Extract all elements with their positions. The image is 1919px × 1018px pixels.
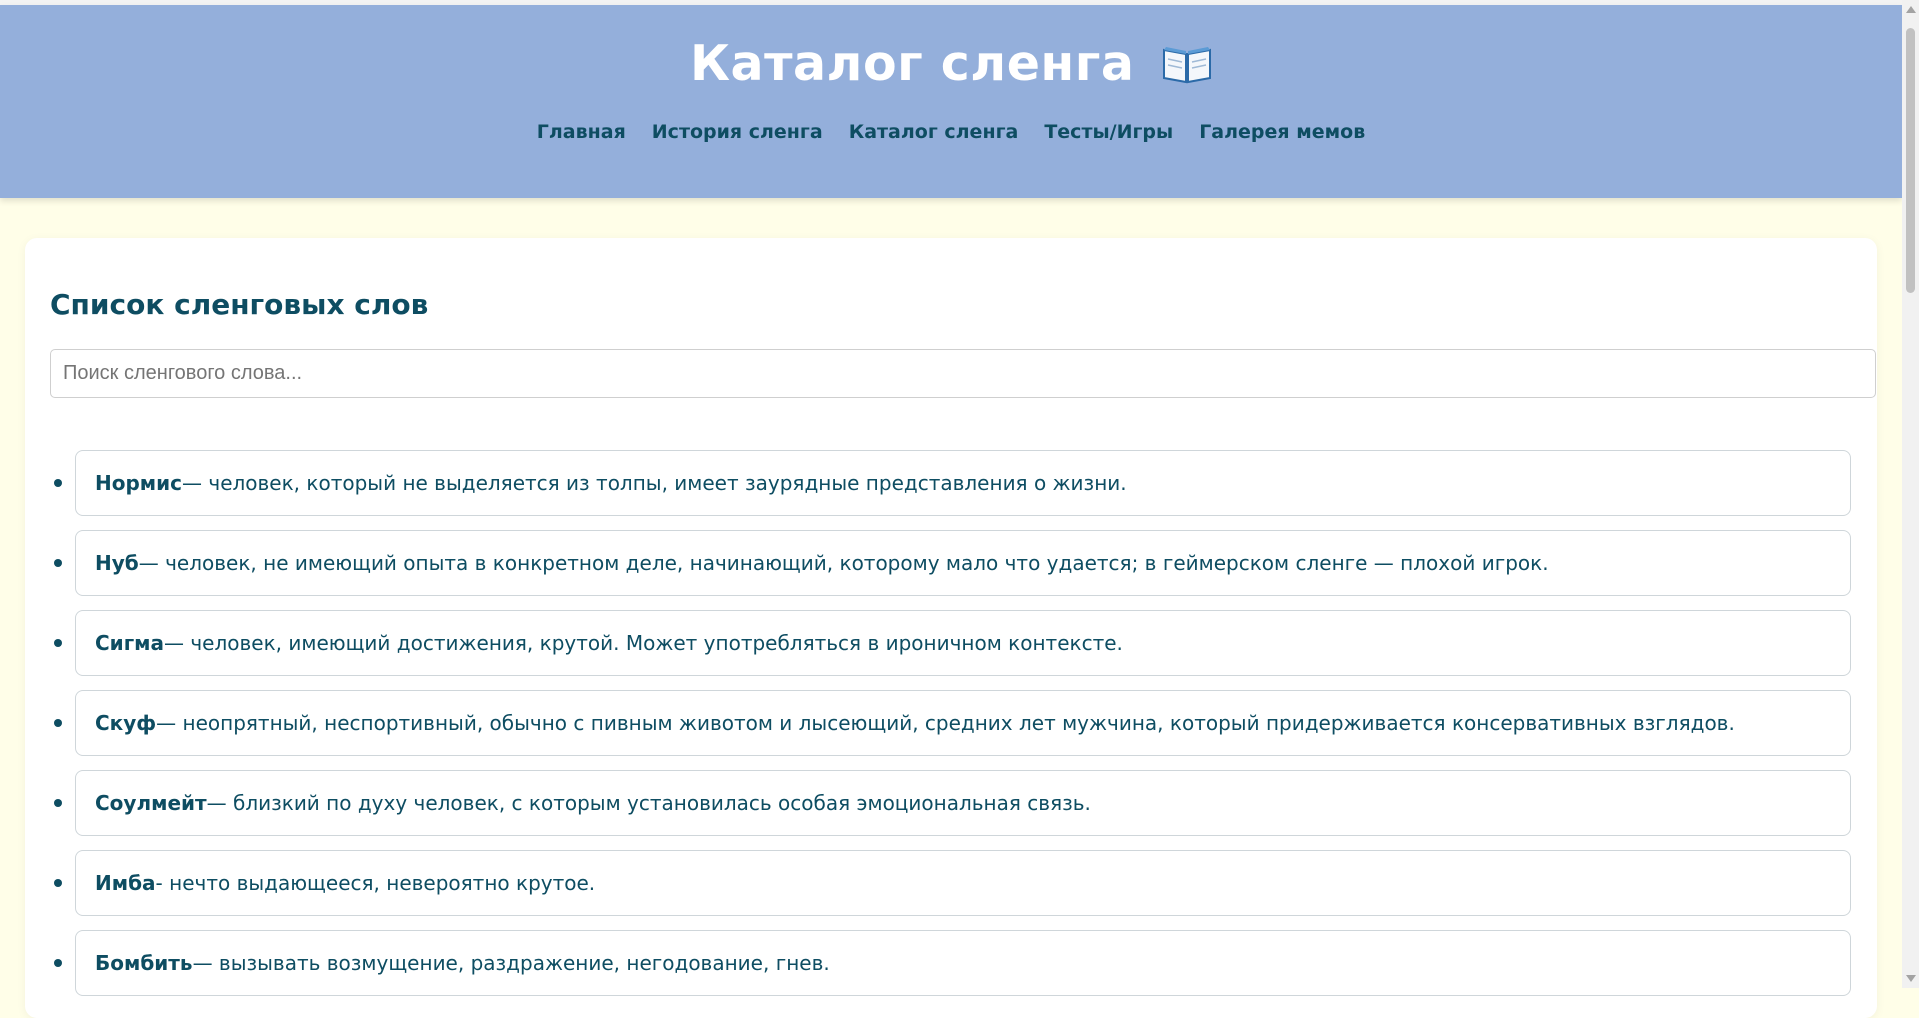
bullet: [54, 639, 62, 647]
bullet: [54, 559, 62, 567]
site-header: Каталог сленга Главная История сленга Ка…: [0, 5, 1902, 198]
list-item: Сигма — человек, имеющий достижения, крут…: [25, 610, 1877, 676]
slang-term: Соулмейт: [95, 791, 207, 815]
search-input[interactable]: [50, 349, 1876, 398]
slang-definition: — близкий по духу человек, с которым уст…: [206, 791, 1091, 815]
site-title: Каталог сленга: [0, 35, 1902, 92]
list-item: Бомбить — вызывать возмущение, раздражен…: [25, 930, 1877, 996]
bullet: [54, 959, 62, 967]
nav-slang-catalog[interactable]: Каталог сленга: [849, 121, 1019, 143]
bullet: [54, 479, 62, 487]
slang-term: Нуб: [95, 551, 139, 575]
slang-entry: Бомбить — вызывать возмущение, раздражен…: [75, 930, 1851, 996]
slang-term: Бомбить: [95, 951, 193, 975]
bullet: [54, 719, 62, 727]
slang-definition: — человек, который не выделяется из толп…: [182, 471, 1127, 495]
slang-term: Имба: [95, 871, 156, 895]
nav-meme-gallery[interactable]: Галерея мемов: [1199, 121, 1365, 143]
slang-catalog-card: Список сленговых слов Нормис— человек, к…: [25, 238, 1877, 1018]
scroll-up-arrow-icon[interactable]: [1906, 6, 1916, 13]
nav-home[interactable]: Главная: [537, 121, 626, 143]
list-item: Скуф — неопрятный, неспортивный, обычно с…: [25, 690, 1877, 756]
slang-entry: Соулмейт — близкий по духу человек, с кот…: [75, 770, 1851, 836]
bullet: [54, 799, 62, 807]
bullet: [54, 879, 62, 887]
slang-definition: — человек, имеющий достижения, крутой. М…: [163, 631, 1123, 655]
slang-definition: — человек, не имеющий опыта в конкретном…: [138, 551, 1549, 575]
nav-slang-history[interactable]: История сленга: [652, 121, 823, 143]
site-title-text: Каталог сленга: [689, 35, 1135, 92]
scroll-down-arrow-icon[interactable]: [1906, 975, 1916, 982]
slang-entry: Сигма — человек, имеющий достижения, крут…: [75, 610, 1851, 676]
slang-term: Сигма: [95, 631, 164, 655]
slang-entry: Нуб — человек, не имеющий опыта в конкрет…: [75, 530, 1851, 596]
slang-list: Нормис — человек, который не выделяется и…: [25, 450, 1877, 1010]
slang-entry: Скуф — неопрятный, неспортивный, обычно с…: [75, 690, 1851, 756]
slang-definition: — вызывать возмущение, раздражение, него…: [192, 951, 830, 975]
list-item: Соулмейт — близкий по духу человек, с кот…: [25, 770, 1877, 836]
open-book-icon: [1162, 39, 1212, 84]
scrollbar-thumb[interactable]: [1906, 28, 1915, 293]
page-scrollbar[interactable]: [1902, 0, 1919, 988]
list-item: Нуб — человек, не имеющий опыта в конкрет…: [25, 530, 1877, 596]
slang-entry: Нормис — человек, который не выделяется и…: [75, 450, 1851, 516]
list-item: Имба - нечто выдающееся, невероятно крут…: [25, 850, 1877, 916]
slang-definition: — неопрятный, неспортивный, обычно с пив…: [156, 711, 1735, 735]
list-item: Нормис — человек, который не выделяется и…: [25, 450, 1877, 516]
slang-term: Скуф: [95, 711, 157, 735]
slang-term: Нормис: [95, 471, 183, 495]
nav-tests-games[interactable]: Тесты/Игры: [1044, 121, 1173, 143]
section-title: Список сленговых слов: [50, 288, 429, 321]
slang-entry: Имба - нечто выдающееся, невероятно крут…: [75, 850, 1851, 916]
slang-definition: - нечто выдающееся, невероятно крутое.: [155, 871, 596, 895]
main-nav: Главная История сленга Каталог сленга Те…: [0, 121, 1902, 143]
